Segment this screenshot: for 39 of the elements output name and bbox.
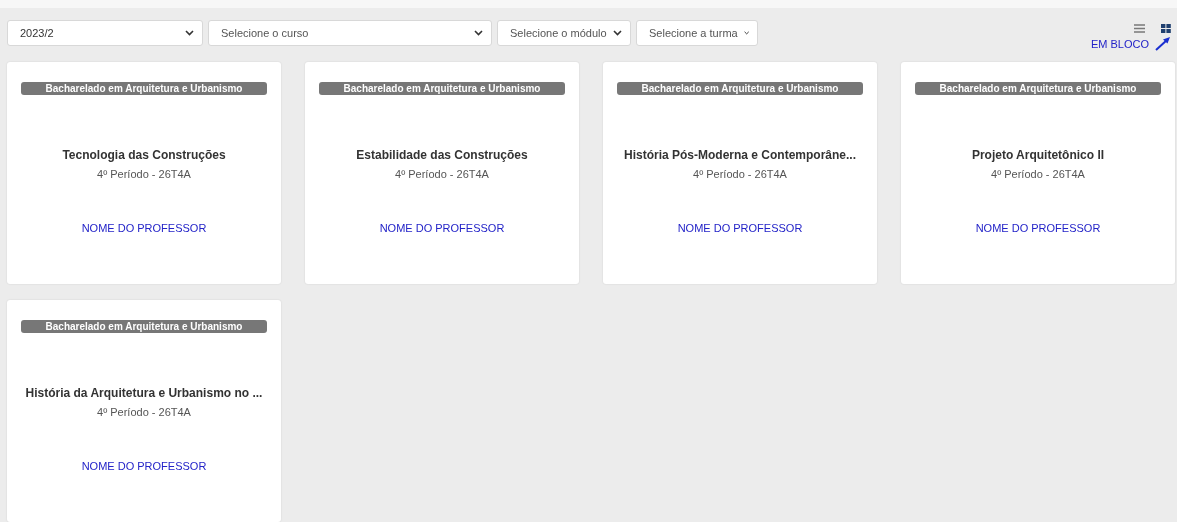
- chevron-down-icon: [613, 30, 622, 36]
- period-text: 4º Período - 26T4A: [693, 168, 787, 180]
- teacher-link[interactable]: NOME DO PROFESSOR: [81, 460, 207, 472]
- grid-icon: [1161, 24, 1171, 33]
- teacher-link[interactable]: NOME DO PROFESSOR: [379, 222, 505, 234]
- course-label: Bacharelado em Arquitetura e Urbanismo: [617, 82, 863, 95]
- course-title: Tecnologia das Construções: [62, 148, 226, 162]
- teacher-link[interactable]: NOME DO PROFESSOR: [975, 222, 1101, 234]
- select-field[interactable]: 2023/2: [7, 20, 203, 46]
- select-field[interactable]: Selecione o módulo: [497, 20, 631, 46]
- period-text: 4º Período - 26T4A: [97, 406, 191, 418]
- chevron-down-icon: [185, 30, 194, 36]
- course-label: Bacharelado em Arquitetura e Urbanismo: [915, 82, 1161, 95]
- course-card[interactable]: Bacharelado em Arquitetura e Urbanismo História Pós-Moderna e Contemporâne... 4º Período - 26T4A NOME DO PROFESSOR: [603, 62, 877, 284]
- course-card[interactable]: Bacharelado em Arquitetura e Urbanismo Estabilidade das Construções 4º Período - 26T4A NOME DO PROFESSOR: [305, 62, 579, 284]
- course-card[interactable]: Bacharelado em Arquitetura e Urbanismo História da Arquitetura e Urbanismo no ... 4º Período - 26T4A NOME DO PROFESSOR: [7, 300, 281, 522]
- course-label: Bacharelado em Arquitetura e Urbanismo: [21, 82, 267, 95]
- course-card[interactable]: Bacharelado em Arquitetura e Urbanismo Tecnologia das Construções 4º Período - 26T4A NOME DO PROFESSOR: [7, 62, 281, 284]
- course-title: Estabilidade das Construções: [356, 148, 528, 162]
- period-text: 4º Período - 26T4A: [97, 168, 191, 180]
- select-field[interactable]: Selecione o curso: [208, 20, 492, 46]
- select-field[interactable]: Selecione a turma: [636, 20, 758, 46]
- course-title: Projeto Arquitetônico II: [971, 148, 1105, 162]
- course-title: História da Arquitetura e Urbanismo no ...: [25, 386, 263, 400]
- grid-view-button[interactable]: [1161, 24, 1171, 33]
- course-title: História Pós-Moderna e Contemporâne...: [623, 148, 856, 162]
- period-text: 4º Período - 26T4A: [991, 168, 1085, 180]
- course-label: Bacharelado em Arquitetura e Urbanismo: [21, 320, 267, 333]
- list-view-button[interactable]: [1134, 24, 1145, 33]
- arrow-icon: [1155, 37, 1171, 51]
- teacher-link[interactable]: NOME DO PROFESSOR: [677, 222, 803, 234]
- list-icon: [1134, 24, 1145, 33]
- teacher-link[interactable]: NOME DO PROFESSOR: [81, 222, 207, 234]
- chevron-down-icon: [743, 30, 749, 36]
- course-card[interactable]: Bacharelado em Arquitetura e Urbanismo Projeto Arquitetônico II 4º Período - 26T4A NOME DO PROFESSOR: [901, 62, 1175, 284]
- annotation-label: EM BLOCO: [1090, 38, 1149, 50]
- period-text: 4º Período - 26T4A: [395, 168, 489, 180]
- course-label: Bacharelado em Arquitetura e Urbanismo: [319, 82, 565, 95]
- chevron-down-icon: [474, 30, 483, 36]
